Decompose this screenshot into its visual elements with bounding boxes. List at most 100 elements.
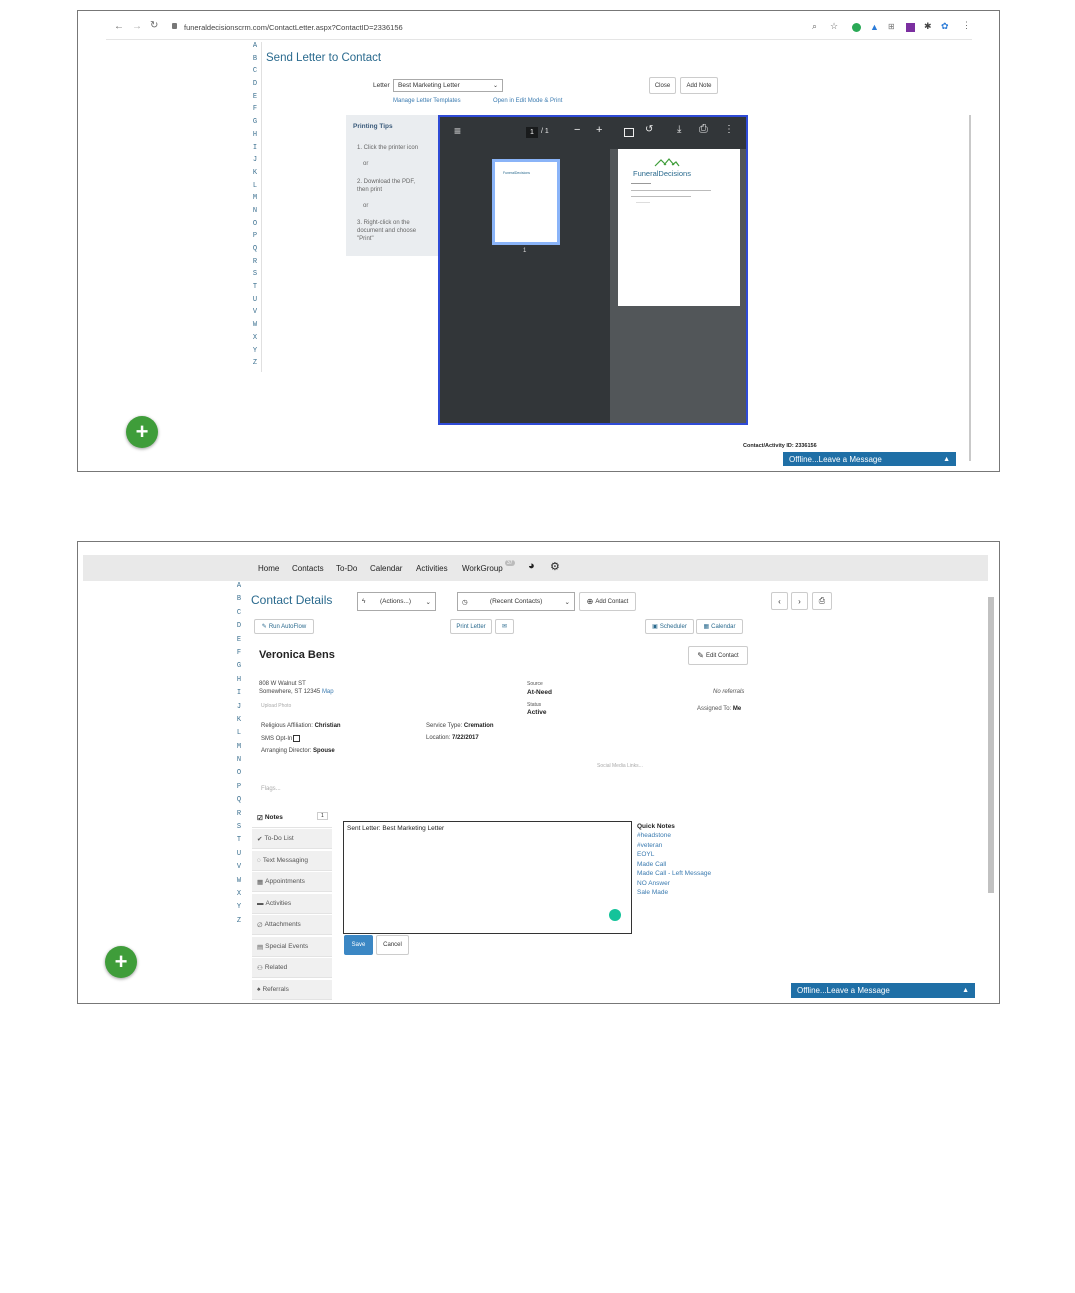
- back-icon[interactable]: ←: [114, 21, 124, 32]
- star-icon[interactable]: ☆: [830, 21, 838, 32]
- quick-note-item[interactable]: Made Call: [637, 860, 711, 870]
- letter-f[interactable]: F: [251, 105, 259, 118]
- next-contact-button[interactable]: ›: [791, 592, 808, 610]
- letter-v[interactable]: V: [235, 863, 243, 876]
- run-autoflow-button[interactable]: ✎ Run AutoFlow: [254, 619, 314, 634]
- nav-contacts[interactable]: Contacts: [292, 564, 324, 573]
- recent-contacts-select[interactable]: ◷ (Recent Contacts) ⌄: [457, 592, 575, 611]
- tab-text-messaging[interactable]: ◌ Text Messaging: [252, 851, 332, 871]
- quick-note-item[interactable]: NO Answer: [637, 879, 711, 889]
- nav-workgroup[interactable]: WorkGroup: [462, 564, 503, 573]
- letter-c[interactable]: C: [251, 67, 259, 80]
- flags-link[interactable]: Flags...: [261, 786, 281, 792]
- tab-related[interactable]: ⚇ Related: [252, 958, 332, 978]
- note-textarea[interactable]: Sent Letter: Best Marketing Letter: [343, 821, 632, 934]
- chat-bar[interactable]: Offline...Leave a Message ▲: [791, 983, 975, 998]
- letter-n[interactable]: N: [235, 756, 243, 769]
- profile-icon[interactable]: ✿: [941, 21, 949, 32]
- nav-home[interactable]: Home: [258, 564, 279, 573]
- save-button[interactable]: Save: [344, 935, 373, 955]
- letter-j[interactable]: J: [235, 703, 243, 716]
- extension-green-icon[interactable]: [852, 23, 861, 32]
- add-fab-button[interactable]: +: [126, 416, 158, 448]
- zoom-out-icon[interactable]: −: [574, 124, 580, 136]
- chat-bar[interactable]: Offline...Leave a Message ▲: [783, 452, 956, 466]
- cancel-button[interactable]: Cancel: [376, 935, 409, 955]
- letter-q[interactable]: Q: [251, 245, 259, 258]
- letter-d[interactable]: D: [235, 622, 243, 635]
- letter-o[interactable]: O: [235, 769, 243, 782]
- letter-l[interactable]: L: [235, 729, 243, 742]
- letter-q[interactable]: Q: [235, 796, 243, 809]
- pdf-viewer[interactable]: ≡ 1 / 1 − + ↺ ⤓ ⎙ ⋮ FuneralDecisions 1 F…: [438, 115, 748, 425]
- quick-note-item[interactable]: Made Call - Left Message: [637, 869, 711, 879]
- letter-z[interactable]: Z: [251, 359, 259, 372]
- letter-v[interactable]: V: [251, 308, 259, 321]
- letter-h[interactable]: H: [235, 676, 243, 689]
- letter-z[interactable]: Z: [235, 917, 243, 930]
- letter-p[interactable]: P: [251, 232, 259, 245]
- more-icon[interactable]: ⋮: [724, 124, 734, 135]
- letter-y[interactable]: Y: [251, 347, 259, 360]
- manage-templates-link[interactable]: Manage Letter Templates: [393, 98, 461, 104]
- letter-s[interactable]: S: [235, 823, 243, 836]
- pie-chart-icon[interactable]: ◕: [528, 560, 535, 572]
- social-media-link[interactable]: Social Media Links...: [597, 763, 643, 769]
- nav-calendar[interactable]: Calendar: [370, 564, 402, 573]
- tab-notes[interactable]: ☑ Notes 1: [252, 808, 332, 828]
- email-button[interactable]: ✉: [495, 619, 514, 634]
- letter-d[interactable]: D: [251, 80, 259, 93]
- letter-r[interactable]: R: [251, 258, 259, 271]
- letter-k[interactable]: K: [235, 716, 243, 729]
- map-link[interactable]: Map: [322, 689, 334, 695]
- page-number-input[interactable]: 1: [526, 127, 538, 138]
- letter-h[interactable]: H: [251, 131, 259, 144]
- grid-icon[interactable]: ⊞: [888, 22, 895, 31]
- letter-l[interactable]: L: [251, 182, 259, 195]
- onenote-icon[interactable]: [906, 23, 915, 32]
- letter-e[interactable]: E: [251, 93, 259, 106]
- close-button[interactable]: Close: [649, 77, 676, 94]
- download-icon[interactable]: ⤓: [677, 124, 681, 135]
- tab-activities[interactable]: ▬ Activities: [252, 894, 332, 914]
- add-fab-button[interactable]: +: [105, 946, 137, 978]
- page-thumbnail[interactable]: FuneralDecisions: [492, 159, 560, 245]
- url-bar[interactable]: funeraldecisionscrm.com/ContactLetter.as…: [184, 23, 403, 32]
- letter-x[interactable]: X: [235, 890, 243, 903]
- letter-g[interactable]: G: [235, 662, 243, 675]
- letter-w[interactable]: W: [251, 321, 259, 334]
- rotate-icon[interactable]: ↺: [645, 124, 653, 135]
- letter-f[interactable]: F: [235, 649, 243, 662]
- prev-contact-button[interactable]: ‹: [771, 592, 788, 610]
- letter-j[interactable]: J: [251, 156, 259, 169]
- letter-select[interactable]: Best Marketing Letter ⌄: [393, 79, 503, 92]
- nav-todo[interactable]: To-Do: [336, 564, 357, 573]
- open-edit-mode-link[interactable]: Open in Edit Mode & Print: [493, 98, 562, 104]
- letter-i[interactable]: I: [251, 144, 259, 157]
- scrollbar[interactable]: [988, 597, 994, 893]
- tab-attachments[interactable]: ∅ Attachments: [252, 915, 332, 935]
- letter-o[interactable]: O: [251, 220, 259, 233]
- scheduler-button[interactable]: ▣ Scheduler: [645, 619, 694, 634]
- letter-t[interactable]: T: [251, 283, 259, 296]
- add-contact-button[interactable]: ⊕ Add Contact: [579, 592, 636, 611]
- tab-todo-list[interactable]: ✔ To-Do List: [252, 829, 332, 849]
- letter-i[interactable]: I: [235, 689, 243, 702]
- letter-b[interactable]: B: [235, 595, 243, 608]
- quick-note-item[interactable]: #veteran: [637, 841, 711, 851]
- quick-note-item[interactable]: EOYL: [637, 850, 711, 860]
- letter-w[interactable]: W: [235, 877, 243, 890]
- zoom-in-icon[interactable]: +: [596, 124, 602, 136]
- tab-referrals[interactable]: ♠ Referrals: [252, 980, 332, 1000]
- letter-x[interactable]: X: [251, 334, 259, 347]
- tab-special-events[interactable]: ▤ Special Events: [252, 937, 332, 957]
- letter-u[interactable]: U: [251, 296, 259, 309]
- fit-page-icon[interactable]: [624, 128, 634, 137]
- letter-u[interactable]: U: [235, 850, 243, 863]
- letter-y[interactable]: Y: [235, 903, 243, 916]
- letter-a[interactable]: A: [251, 42, 259, 55]
- letter-e[interactable]: E: [235, 636, 243, 649]
- quick-note-item[interactable]: #headstone: [637, 831, 711, 841]
- actions-select[interactable]: ϟ (Actions...) ⌄: [357, 592, 436, 611]
- letter-r[interactable]: R: [235, 810, 243, 823]
